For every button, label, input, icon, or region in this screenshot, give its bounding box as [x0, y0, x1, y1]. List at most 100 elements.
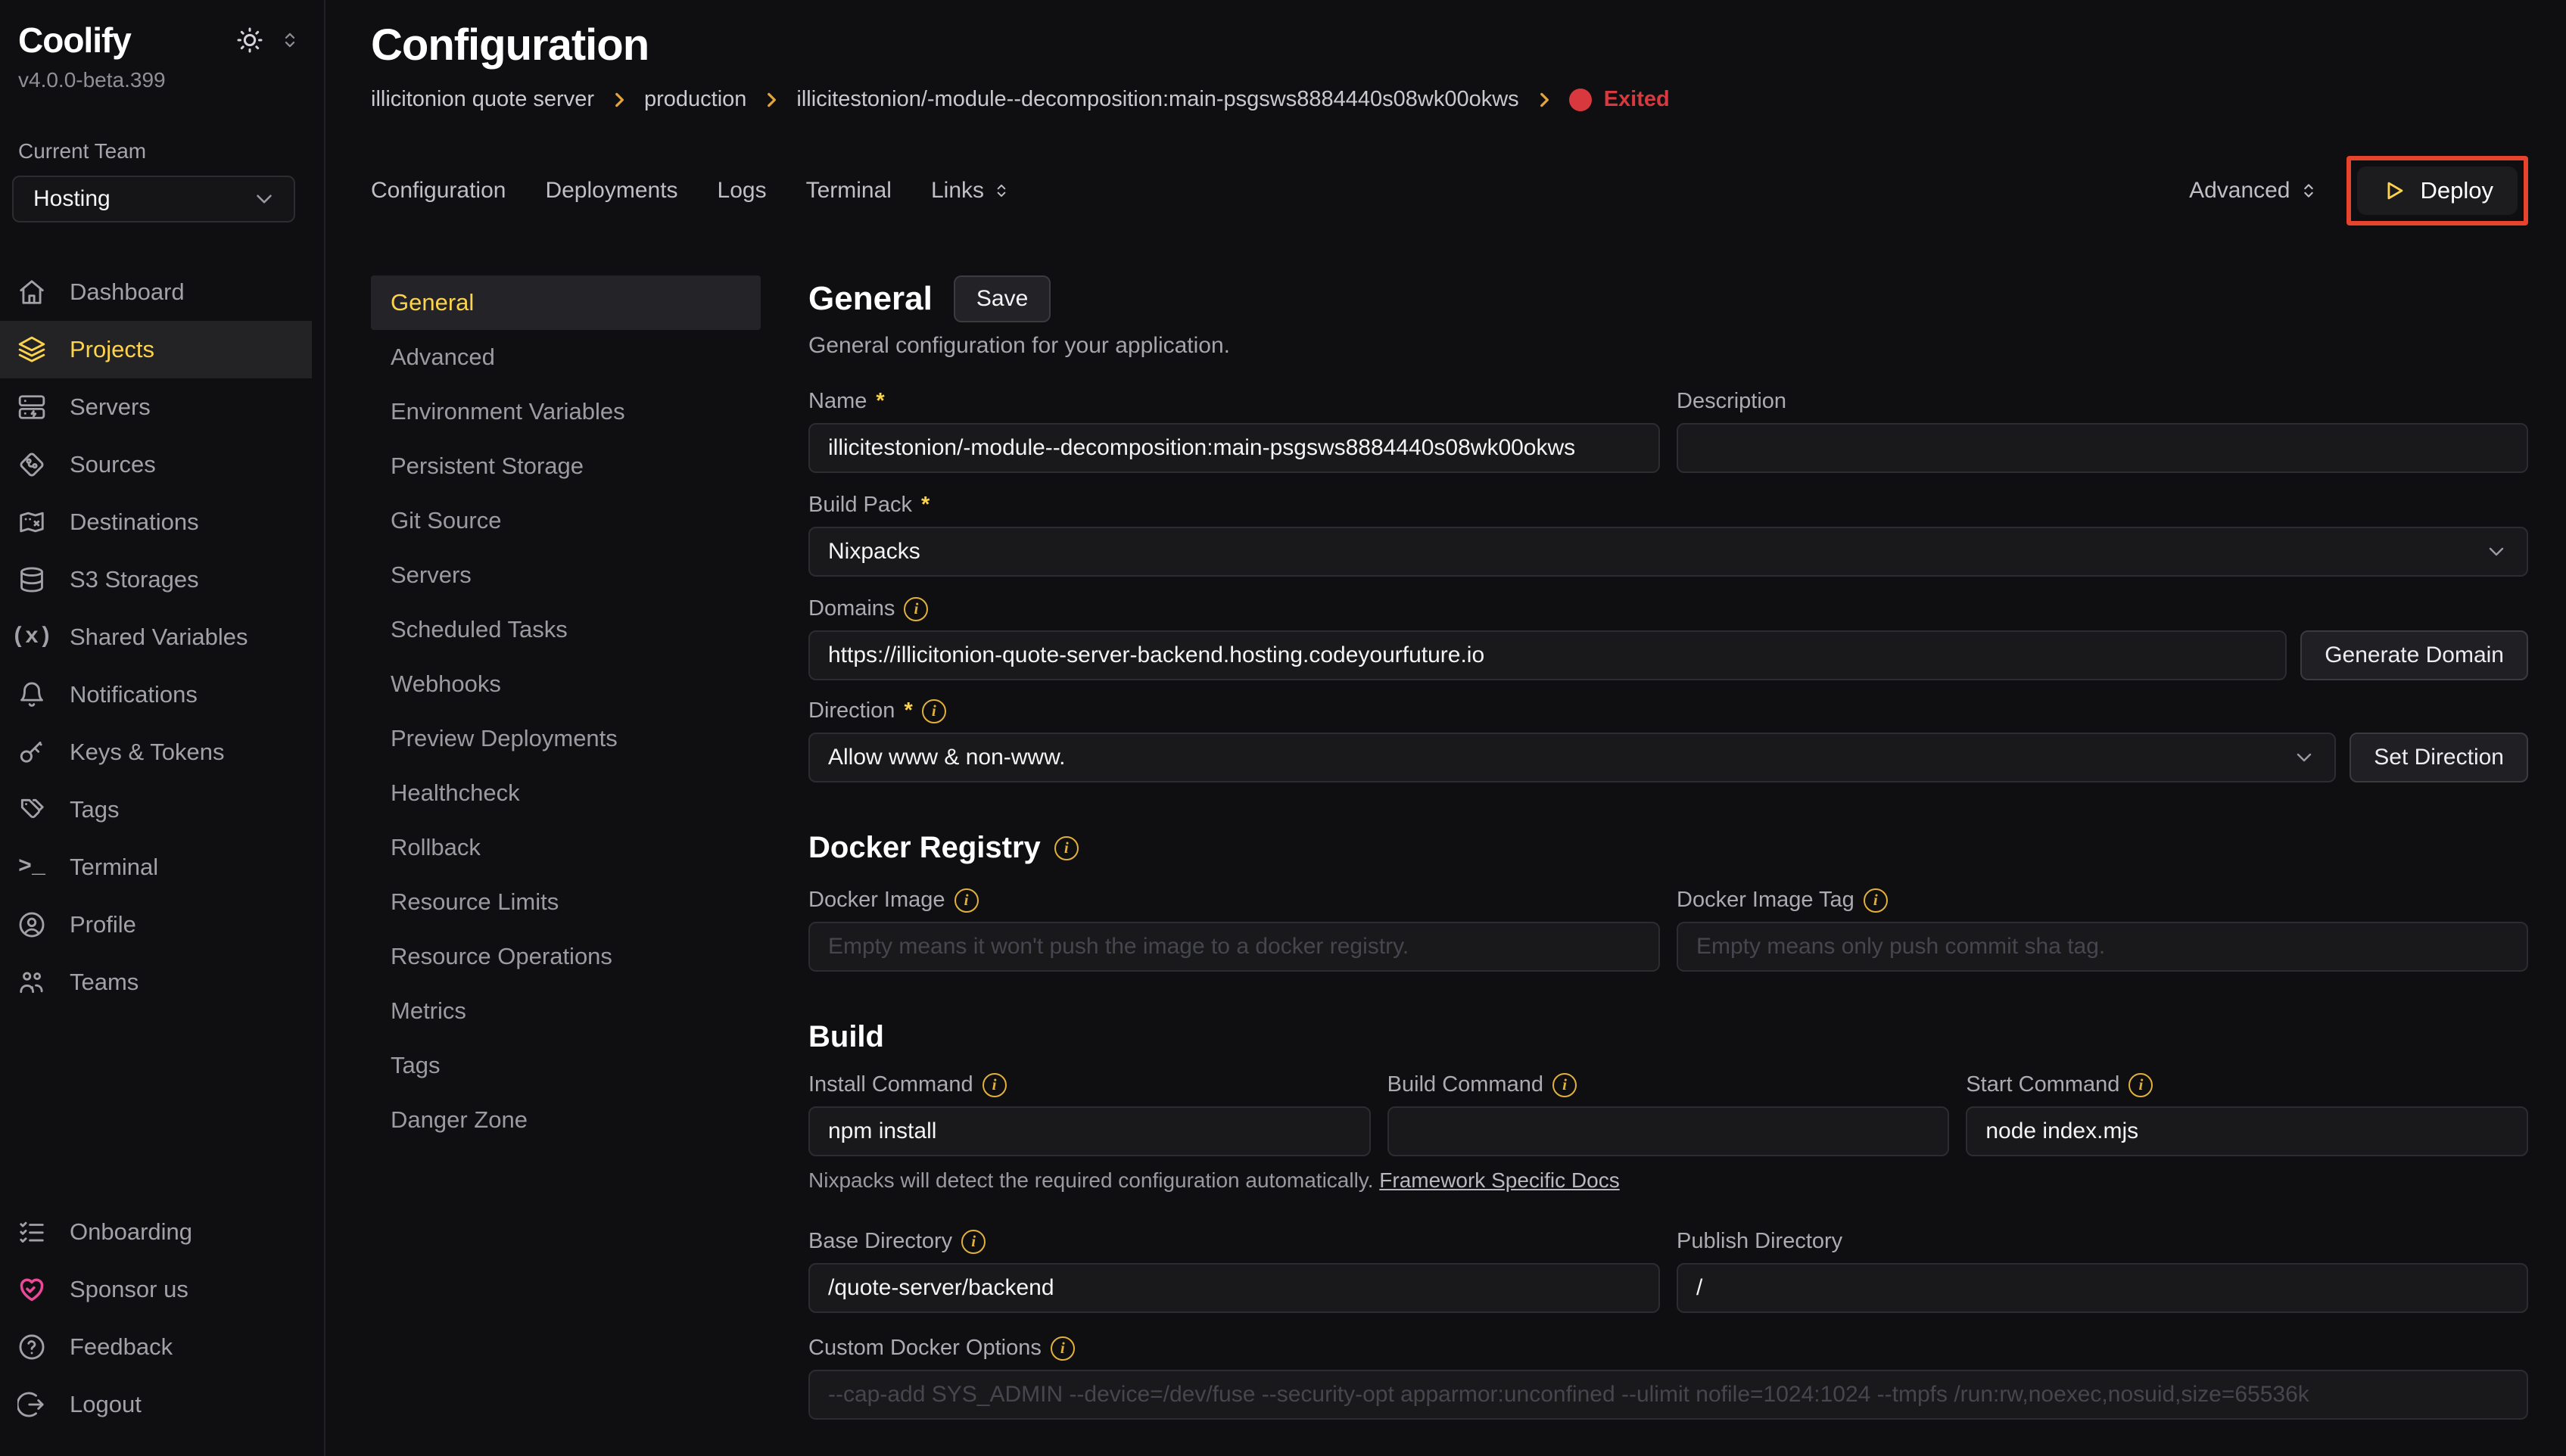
sidebar-item-keys-tokens[interactable]: Keys & Tokens	[0, 723, 324, 781]
deploy-highlight-box: Deploy	[2346, 156, 2529, 226]
team-select-value: Hosting	[33, 186, 111, 212]
updown-chevrons-icon	[992, 181, 1011, 201]
tab-logs[interactable]: Logs	[718, 178, 767, 204]
set-direction-button[interactable]: Set Direction	[2350, 733, 2528, 782]
custom-docker-options-input[interactable]	[808, 1370, 2528, 1420]
tab-terminal[interactable]: Terminal	[806, 178, 892, 204]
tab-deployments[interactable]: Deployments	[545, 178, 677, 204]
description-input[interactable]	[1677, 423, 2528, 473]
subnav-item-preview-deployments[interactable]: Preview Deployments	[371, 711, 761, 766]
sidebar-footer: Onboarding Sponsor us Feedback Logout	[0, 1203, 324, 1436]
sidebar-item-label: Sponsor us	[70, 1276, 188, 1303]
info-icon: i	[1054, 836, 1079, 860]
subnav-item-metrics[interactable]: Metrics	[371, 984, 761, 1038]
subnav-item-servers[interactable]: Servers	[371, 548, 761, 602]
info-icon: i	[904, 597, 928, 621]
tab-configuration[interactable]: Configuration	[371, 178, 506, 204]
build-pack-value: Nixpacks	[828, 539, 920, 565]
breadcrumb-project[interactable]: illicitonion quote server	[371, 87, 594, 112]
page-title: Configuration	[371, 20, 2528, 70]
team-select[interactable]: Hosting	[12, 176, 295, 222]
theme-select-chevrons-icon[interactable]	[279, 29, 301, 51]
framework-docs-link[interactable]: Framework Specific Docs	[1379, 1168, 1619, 1192]
install-command-label: Install Command	[808, 1072, 973, 1097]
subnav-item-danger-zone[interactable]: Danger Zone	[371, 1093, 761, 1147]
sidebar-item-projects[interactable]: Projects	[0, 321, 312, 378]
sidebar-item-label: Onboarding	[70, 1218, 192, 1246]
sidebar-item-logout[interactable]: Logout	[0, 1376, 324, 1433]
subnav-item-tags[interactable]: Tags	[371, 1038, 761, 1093]
save-button[interactable]: Save	[954, 275, 1051, 322]
subnav-item-resource-limits[interactable]: Resource Limits	[371, 875, 761, 929]
subnav-item-general[interactable]: General	[371, 275, 761, 330]
name-input[interactable]	[808, 423, 1660, 473]
sidebar-item-destinations[interactable]: Destinations	[0, 493, 324, 551]
sidebar-item-servers[interactable]: Servers	[0, 378, 324, 436]
config-subnav: General Advanced Environment Variables P…	[371, 275, 761, 1456]
subnav-item-webhooks[interactable]: Webhooks	[371, 657, 761, 711]
sidebar-item-label: Shared Variables	[70, 624, 248, 651]
start-command-input[interactable]	[1966, 1106, 2528, 1156]
subnav-item-git-source[interactable]: Git Source	[371, 493, 761, 548]
info-icon: i	[2128, 1073, 2153, 1097]
docker-image-input[interactable]	[808, 922, 1660, 972]
sidebar-item-profile[interactable]: Profile	[0, 896, 324, 954]
sidebar-item-sponsor-us[interactable]: Sponsor us	[0, 1261, 324, 1318]
sidebar-item-terminal[interactable]: >_ Terminal	[0, 838, 324, 896]
advanced-dropdown[interactable]: Advanced	[2189, 178, 2318, 204]
sidebar-item-label: Terminal	[70, 854, 158, 881]
custom-docker-options-label: Custom Docker Options	[808, 1336, 1042, 1361]
sidebar-item-sources[interactable]: Sources	[0, 436, 324, 493]
publish-directory-label: Publish Directory	[1677, 1229, 1842, 1254]
breadcrumb-resource[interactable]: illicitestonion/-module--decomposition:m…	[796, 87, 1518, 112]
chevron-right-icon	[609, 90, 629, 110]
sidebar-item-feedback[interactable]: Feedback	[0, 1318, 324, 1376]
build-pack-select[interactable]: Nixpacks	[808, 527, 2528, 577]
logo-row: Coolify	[0, 20, 324, 61]
sidebar-item-tags[interactable]: Tags	[0, 781, 324, 838]
subnav-item-resource-operations[interactable]: Resource Operations	[371, 929, 761, 984]
users-icon	[17, 968, 47, 997]
publish-directory-input[interactable]	[1677, 1263, 2528, 1313]
direction-select[interactable]: Allow www & non-www.	[808, 733, 2336, 782]
docker-image-tag-input[interactable]	[1677, 922, 2528, 972]
sidebar-item-label: Sources	[70, 451, 156, 478]
subnav-item-persistent-storage[interactable]: Persistent Storage	[371, 439, 761, 493]
sidebar-item-shared-variables[interactable]: (x) Shared Variables	[0, 608, 324, 666]
subnav-item-healthcheck[interactable]: Healthcheck	[371, 766, 761, 820]
subnav-item-scheduled-tasks[interactable]: Scheduled Tasks	[371, 602, 761, 657]
base-directory-input[interactable]	[808, 1263, 1660, 1313]
domains-input[interactable]	[808, 630, 2287, 680]
layers-icon	[17, 335, 47, 364]
sidebar-item-teams[interactable]: Teams	[0, 954, 324, 1011]
checklist-icon	[17, 1218, 47, 1246]
sidebar-item-onboarding[interactable]: Onboarding	[0, 1203, 324, 1261]
generate-domain-button[interactable]: Generate Domain	[2300, 630, 2528, 680]
tabs-row: Configuration Deployments Logs Terminal …	[371, 156, 2528, 226]
tab-links[interactable]: Links	[931, 178, 1011, 204]
tabs: Configuration Deployments Logs Terminal …	[371, 178, 1011, 204]
sun-icon[interactable]	[235, 25, 265, 55]
sidebar-item-notifications[interactable]: Notifications	[0, 666, 324, 723]
sidebar-item-label: Projects	[70, 336, 154, 363]
helper-text: Nixpacks will detect the required config…	[808, 1168, 1374, 1192]
home-icon	[17, 278, 47, 306]
name-label: Name	[808, 389, 867, 414]
sidebar-item-dashboard[interactable]: Dashboard	[0, 263, 324, 321]
sidebar-item-s3-storages[interactable]: S3 Storages	[0, 551, 324, 608]
build-command-input[interactable]	[1387, 1106, 1950, 1156]
subnav-item-rollback[interactable]: Rollback	[371, 820, 761, 875]
sidebar-item-label: Logout	[70, 1391, 142, 1418]
server-icon	[17, 393, 47, 422]
updown-chevrons-icon	[2298, 180, 2319, 201]
build-command-label: Build Command	[1387, 1072, 1543, 1097]
breadcrumb-environment[interactable]: production	[644, 87, 746, 112]
install-command-input[interactable]	[808, 1106, 1371, 1156]
deploy-button[interactable]: Deploy	[2357, 166, 2518, 215]
app-logo[interactable]: Coolify	[18, 20, 131, 61]
sidebar-item-label: Feedback	[70, 1333, 173, 1361]
subnav-item-advanced[interactable]: Advanced	[371, 330, 761, 384]
info-icon: i	[922, 699, 946, 723]
subnav-item-environment-variables[interactable]: Environment Variables	[371, 384, 761, 439]
tab-links-label: Links	[931, 178, 984, 204]
